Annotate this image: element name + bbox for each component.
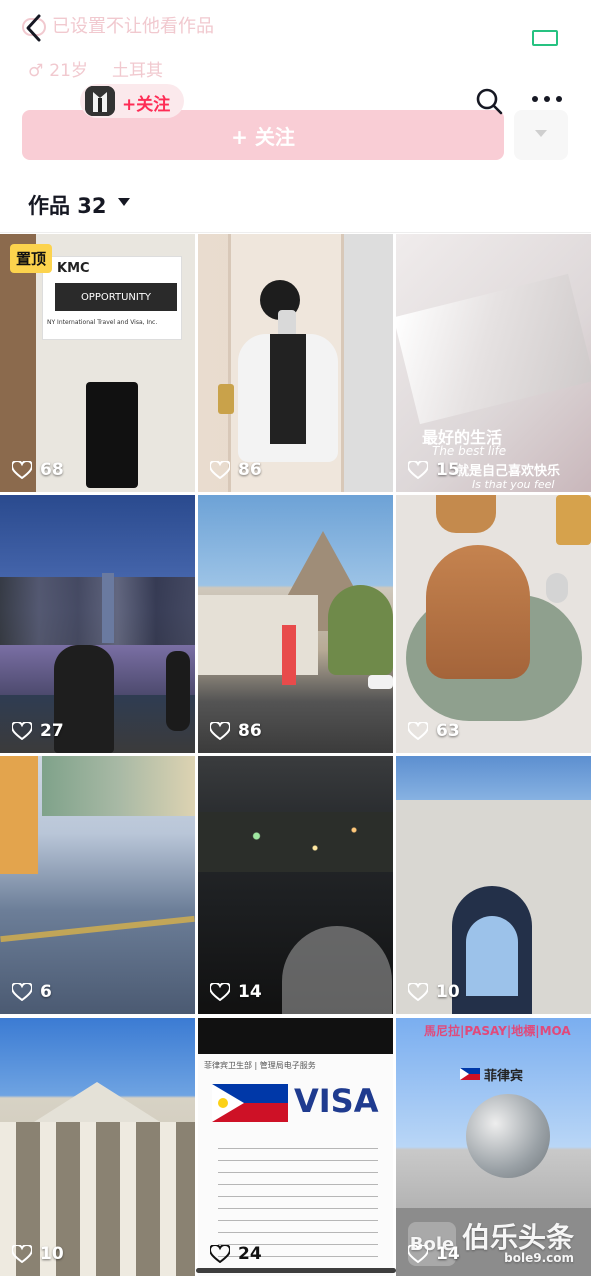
like-count: 68 (12, 460, 64, 480)
heart-icon (210, 722, 230, 740)
like-count: 14 (408, 1244, 460, 1264)
spoon (546, 573, 568, 603)
doc-lines (218, 1148, 378, 1258)
houses (198, 595, 318, 675)
window-reflection (282, 926, 392, 1014)
sign-company: KMC (57, 261, 90, 276)
sign-subtitle: NY International Travel and Visa, Inc. (47, 319, 158, 326)
bread-pot (426, 545, 530, 679)
tab-works[interactable]: 作品 32 (28, 190, 107, 220)
chevron-down-icon (535, 130, 547, 137)
pediment (34, 1082, 160, 1122)
video-thumbnail[interactable]: 27 (0, 495, 195, 753)
like-count: 14 (210, 982, 262, 1002)
tower (102, 573, 114, 643)
video-thumbnail[interactable]: 63 (396, 495, 591, 753)
video-thumbnail[interactable]: 菲律宾卫生部 | 管理局电子服务 VISA 24 (198, 1018, 393, 1276)
video-thumbnail[interactable]: 6 (0, 756, 195, 1014)
heart-icon (12, 983, 32, 1001)
mosque-hall (42, 756, 195, 816)
watermark-name: 伯乐头条 (462, 1221, 575, 1254)
carpet-lines (0, 915, 195, 943)
video-thumbnail[interactable]: 14 (198, 756, 393, 1014)
video-thumbnail[interactable]: 10 (0, 1018, 195, 1276)
banner-text: 馬尼拉|PASAY|地標|MOA (424, 1024, 571, 1038)
video-thumbnail[interactable]: 最好的生活 The best life 就是自己喜欢快乐 Is that you… (396, 234, 591, 492)
heart-icon (12, 722, 32, 740)
glass (556, 495, 591, 545)
heart-icon (408, 1245, 428, 1263)
sign-board: KMC OPPORTUNITY NY International Travel … (42, 256, 182, 340)
person (166, 651, 190, 731)
like-count: 27 (12, 721, 64, 741)
like-count: 24 (210, 1244, 262, 1264)
video-thumbnail[interactable]: 86 (198, 234, 393, 492)
arch-sky (466, 916, 518, 996)
heart-icon (12, 461, 32, 479)
caret-down-icon[interactable] (118, 198, 130, 206)
home-indicator (196, 1268, 396, 1273)
like-count: 86 (210, 721, 262, 741)
pillar (0, 756, 38, 874)
watermark-domain: bole9.com (504, 1251, 575, 1266)
person-shirt (270, 334, 306, 444)
skyline (0, 577, 195, 647)
video-thumbnail[interactable]: 10 (396, 756, 591, 1014)
small-pot (436, 495, 496, 533)
sign-post (282, 625, 296, 685)
like-count: 63 (408, 721, 460, 741)
sign-title: OPPORTUNITY (55, 283, 177, 311)
like-count: 86 (210, 460, 262, 480)
avatar[interactable] (85, 86, 115, 116)
blurred-sign (396, 273, 591, 425)
visa-title: VISA (294, 1082, 379, 1120)
caption-line: 就是自己喜欢快乐 (456, 464, 561, 479)
location-info: 土耳其 (112, 61, 163, 81)
car (368, 675, 393, 689)
doc-header: 菲律宾卫生部 | 管理局电子服务 (204, 1061, 316, 1070)
heart-icon (408, 461, 428, 479)
caption-line: Is that you feel happy (472, 478, 555, 492)
door-panel (86, 382, 138, 488)
like-count: 15 (408, 460, 460, 480)
heart-icon (12, 1245, 32, 1263)
status-indicator-icon (532, 30, 558, 46)
like-count: 10 (408, 982, 460, 1002)
video-thumbnail[interactable]: KMC OPPORTUNITY NY International Travel … (0, 234, 195, 492)
globe-sculpture (466, 1094, 550, 1178)
back-arrow-icon[interactable] (22, 12, 46, 44)
philippines-flag (212, 1084, 288, 1122)
city-lights (198, 812, 393, 872)
caption-line: The best life (432, 444, 507, 458)
philippines-flag-icon (460, 1068, 480, 1080)
document: 菲律宾卫生部 | 管理局电子服务 VISA (198, 1054, 393, 1276)
trees (328, 585, 393, 675)
more-options-button[interactable] (514, 110, 568, 160)
more-icon[interactable] (530, 92, 564, 106)
blocked-notice: 已设置不让他看作品 (22, 12, 214, 38)
door-handle (218, 384, 234, 414)
search-icon[interactable] (474, 86, 504, 116)
video-thumbnail[interactable]: 86 (198, 495, 393, 753)
heart-icon (408, 983, 428, 1001)
heart-icon (408, 722, 428, 740)
age-info: ♂ 21岁 (28, 61, 88, 81)
divider (0, 232, 591, 233)
heart-icon (210, 1245, 230, 1263)
flag-label: 菲律宾 (484, 1069, 524, 1084)
heart-icon (210, 461, 230, 479)
pinned-badge: 置顶 (10, 244, 53, 273)
like-count: 10 (12, 1244, 64, 1264)
follow-mini-label[interactable]: +关注 (122, 90, 170, 115)
like-count: 6 (12, 982, 52, 1002)
heart-icon (210, 983, 230, 1001)
